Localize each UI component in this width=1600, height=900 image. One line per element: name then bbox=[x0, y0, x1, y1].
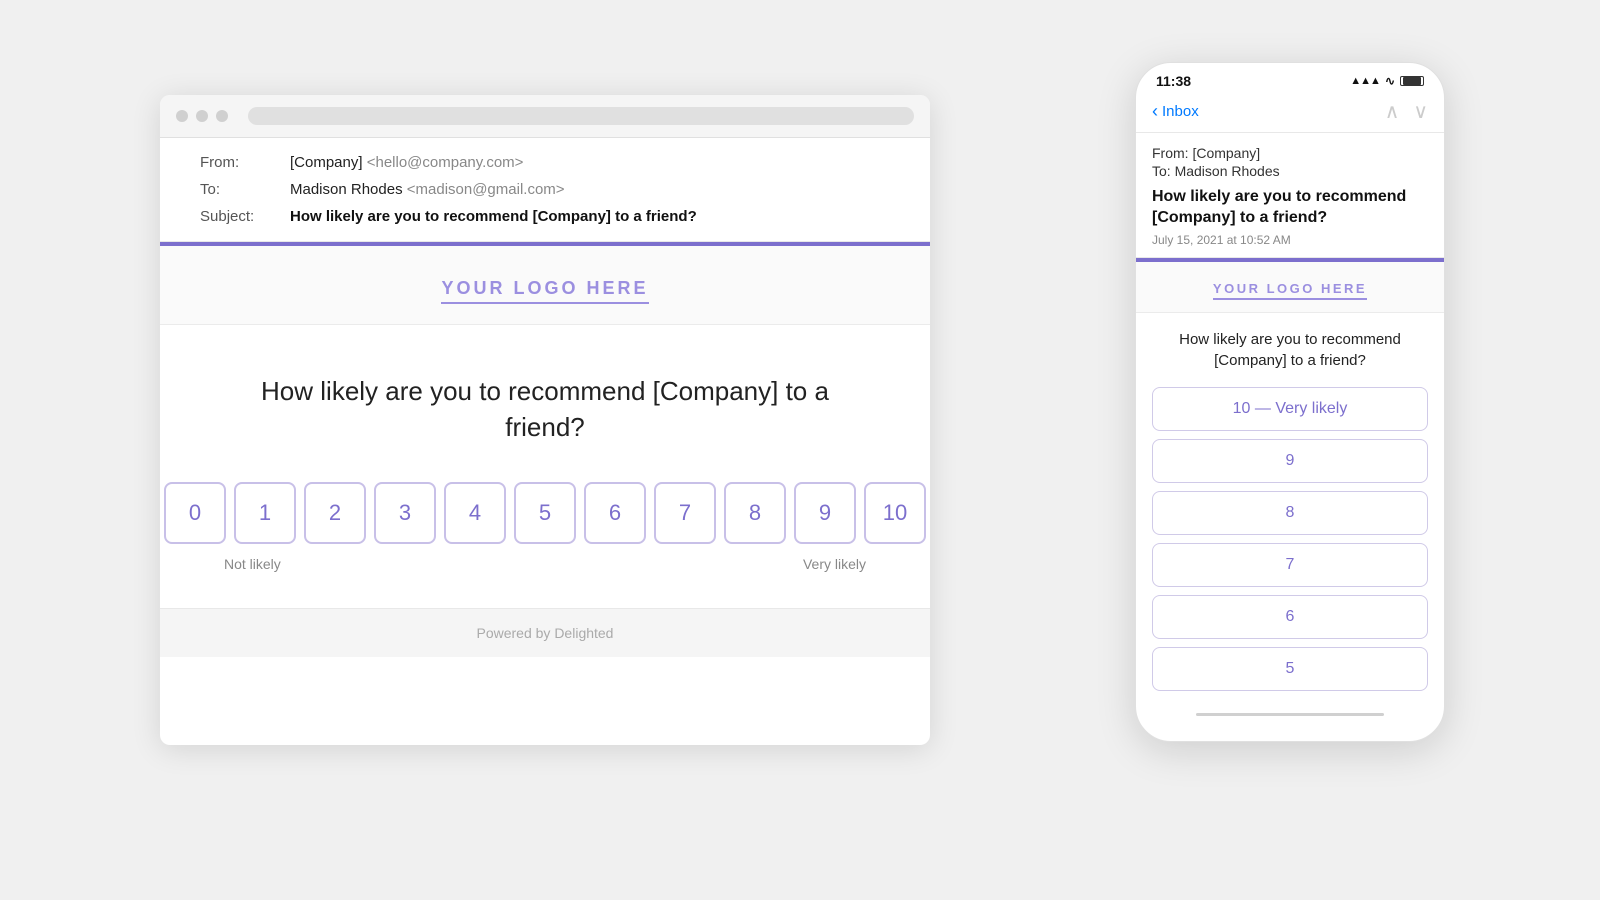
mobile-logo: YOUR LOGO HERE bbox=[1213, 281, 1367, 300]
mobile-status-bar: 11:38 ▲▲▲ ∿ bbox=[1136, 63, 1444, 95]
mobile-to: To: Madison Rhodes bbox=[1152, 163, 1428, 179]
mobile-status-icons: ▲▲▲ ∿ bbox=[1350, 74, 1424, 88]
desktop-logo-section: YOUR LOGO HERE bbox=[160, 246, 930, 325]
from-email: <hello@company.com> bbox=[367, 154, 524, 171]
nps-score-8[interactable]: 8 bbox=[724, 482, 786, 544]
mobile-nps-list: 10 — Very likely 9 8 7 6 5 bbox=[1152, 387, 1428, 691]
nps-score-3[interactable]: 3 bbox=[374, 482, 436, 544]
from-company: [Company] bbox=[290, 154, 363, 171]
from-value: [Company] <hello@company.com> bbox=[290, 154, 523, 171]
to-email: <madison@gmail.com> bbox=[407, 181, 565, 198]
desktop-email-mockup: From: [Company] <hello@company.com> To: … bbox=[160, 95, 930, 745]
mobile-email-header: From: [Company] To: Madison Rhodes How l… bbox=[1136, 133, 1444, 258]
mobile-date: July 15, 2021 at 10:52 AM bbox=[1152, 233, 1428, 247]
subject-value: How likely are you to recommend [Company… bbox=[290, 208, 697, 225]
signal-icon: ▲▲▲ bbox=[1350, 75, 1380, 87]
browser-bar bbox=[160, 95, 930, 138]
mobile-email-mockup: 11:38 ▲▲▲ ∿ ‹ Inbox ∧ ∨ From: [Company] … bbox=[1135, 62, 1445, 742]
mobile-nps-9[interactable]: 9 bbox=[1152, 439, 1428, 483]
nps-score-1[interactable]: 1 bbox=[234, 482, 296, 544]
mobile-nps-question: How likely are you to recommend [Company… bbox=[1152, 329, 1428, 371]
email-subject-row: Subject: How likely are you to recommend… bbox=[200, 208, 890, 225]
mobile-body: How likely are you to recommend [Company… bbox=[1136, 313, 1444, 707]
email-footer: Powered by Delighted bbox=[160, 608, 930, 657]
nps-labels: Not likely Very likely bbox=[220, 544, 870, 572]
nps-score-7[interactable]: 7 bbox=[654, 482, 716, 544]
mobile-nav-bar: ‹ Inbox ∧ ∨ bbox=[1136, 95, 1444, 133]
browser-address-bar bbox=[248, 107, 914, 125]
battery-icon bbox=[1400, 76, 1424, 86]
label-not-likely: Not likely bbox=[224, 556, 281, 572]
mobile-nav-arrows: ∧ ∨ bbox=[1385, 99, 1428, 124]
email-header: From: [Company] <hello@company.com> To: … bbox=[160, 138, 930, 242]
browser-dot-yellow bbox=[196, 110, 208, 122]
mobile-nps-8[interactable]: 8 bbox=[1152, 491, 1428, 535]
nps-score-6[interactable]: 6 bbox=[584, 482, 646, 544]
nps-score-9[interactable]: 9 bbox=[794, 482, 856, 544]
nav-down-icon[interactable]: ∨ bbox=[1413, 99, 1428, 124]
browser-dot-red bbox=[176, 110, 188, 122]
nps-score-2[interactable]: 2 bbox=[304, 482, 366, 544]
back-label: Inbox bbox=[1162, 103, 1199, 120]
mobile-nps-7[interactable]: 7 bbox=[1152, 543, 1428, 587]
mobile-subject: How likely are you to recommend [Company… bbox=[1152, 187, 1428, 229]
mobile-from: From: [Company] bbox=[1152, 145, 1428, 161]
email-body: How likely are you to recommend [Company… bbox=[160, 325, 930, 608]
mobile-nps-5[interactable]: 5 bbox=[1152, 647, 1428, 691]
mobile-scroll-indicator bbox=[1196, 713, 1384, 716]
wifi-icon: ∿ bbox=[1385, 74, 1395, 88]
nps-scale: 0 1 2 3 4 5 6 7 8 9 10 bbox=[220, 482, 870, 544]
email-from-row: From: [Company] <hello@company.com> bbox=[200, 154, 890, 171]
nps-score-10[interactable]: 10 bbox=[864, 482, 926, 544]
back-chevron-icon: ‹ bbox=[1152, 101, 1158, 122]
mobile-back-button[interactable]: ‹ Inbox bbox=[1152, 101, 1199, 122]
mobile-logo-section: YOUR LOGO HERE bbox=[1136, 262, 1444, 313]
mobile-time: 11:38 bbox=[1156, 73, 1191, 89]
email-to-row: To: Madison Rhodes <madison@gmail.com> bbox=[200, 181, 890, 198]
desktop-logo: YOUR LOGO HERE bbox=[441, 278, 648, 304]
powered-by: Powered by Delighted bbox=[477, 625, 614, 641]
label-very-likely: Very likely bbox=[803, 556, 866, 572]
nav-up-icon[interactable]: ∧ bbox=[1385, 99, 1400, 124]
nps-question: How likely are you to recommend [Company… bbox=[220, 373, 870, 446]
from-label: From: bbox=[200, 154, 270, 171]
to-value: Madison Rhodes <madison@gmail.com> bbox=[290, 181, 565, 198]
subject-label: Subject: bbox=[200, 208, 270, 225]
mobile-nps-10[interactable]: 10 — Very likely bbox=[1152, 387, 1428, 431]
mobile-nps-6[interactable]: 6 bbox=[1152, 595, 1428, 639]
to-label: To: bbox=[200, 181, 270, 198]
to-name: Madison Rhodes bbox=[290, 181, 403, 198]
nps-score-5[interactable]: 5 bbox=[514, 482, 576, 544]
browser-dot-green bbox=[216, 110, 228, 122]
nps-score-4[interactable]: 4 bbox=[444, 482, 506, 544]
nps-score-0[interactable]: 0 bbox=[164, 482, 226, 544]
